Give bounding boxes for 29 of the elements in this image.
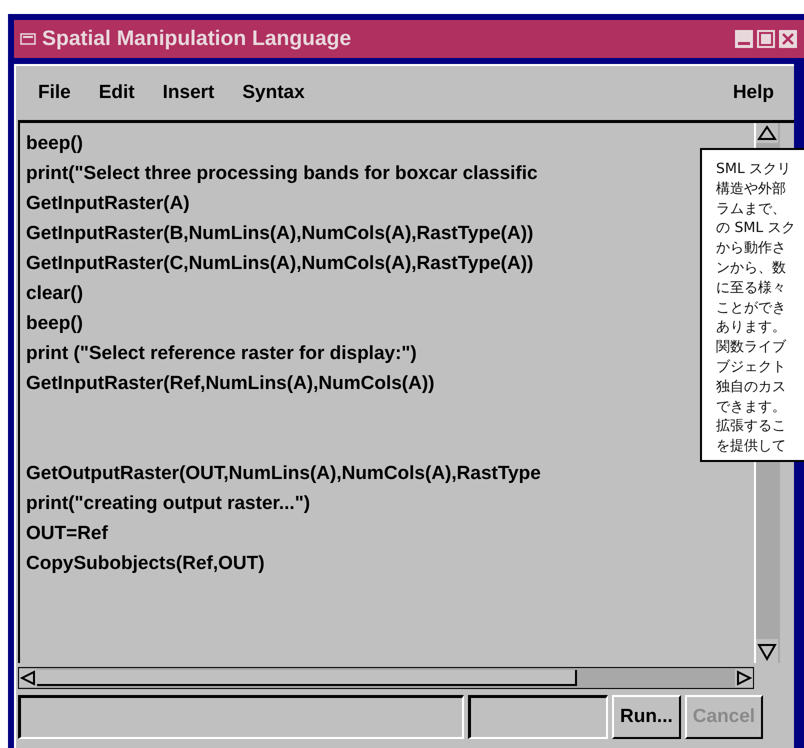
callout-text: SML スクリ	[716, 160, 792, 179]
callout-text: の SML スク	[716, 219, 797, 238]
code-line: OUT=Ref	[26, 522, 108, 546]
code-line: clear()	[26, 282, 84, 306]
callout-text: ラムまで、	[716, 200, 787, 219]
code-line: GetInputRaster(Ref,NumLins(A),NumCols(A))	[26, 372, 434, 396]
code-line: print("creating output raster...")	[26, 492, 310, 516]
callout-text: 独自のカス	[716, 378, 787, 397]
callout-text: 構造や外部	[716, 180, 787, 199]
code-line: GetInputRaster(C,NumLins(A),NumCols(A),RastType(A))	[26, 252, 534, 276]
callout-text: を提供して	[716, 437, 787, 456]
callout-text: 関数ライブ	[716, 338, 788, 358]
code-line: GetInputRaster(B,NumLins(A),NumCols(A),RastType(A))	[26, 222, 534, 246]
callout-text: あります。	[716, 318, 787, 338]
callout-text: 拡張するこ	[716, 417, 787, 436]
callout-text: ことができ	[716, 298, 787, 318]
window-title: Spatial Manipulation Language	[42, 27, 352, 51]
code-line: GetOutputRaster(OUT,NumLins(A),NumCols(A),RastType	[26, 462, 541, 486]
code-line: GetInputRaster(A)	[26, 192, 190, 216]
code-line: CopySubobjects(Ref,OUT)	[26, 552, 265, 576]
code-line: print("Select three processing bands for boxcar classific	[26, 162, 538, 186]
code-line: beep()	[26, 132, 83, 156]
callout-text: に至る様々	[716, 278, 787, 298]
callout-text: ンから、数	[716, 258, 787, 278]
callout-text: できます。	[716, 398, 787, 417]
code-line: beep()	[26, 312, 83, 336]
callout-text: ブジェクト	[716, 358, 787, 377]
code-line: print ("Select reference raster for display:")	[26, 342, 417, 366]
callout-text: から動作さ	[716, 239, 787, 258]
